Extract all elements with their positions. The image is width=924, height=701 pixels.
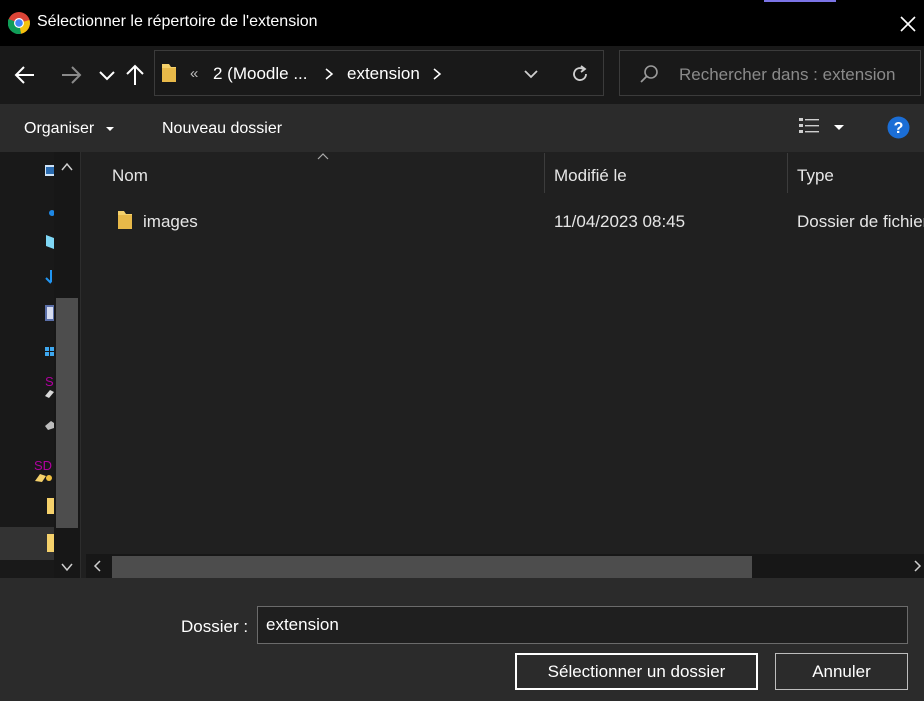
window-title: Sélectionner le répertoire de l'extensio…: [37, 13, 318, 30]
organise-label: Organiser: [24, 120, 95, 137]
column-header-name[interactable]: Nom: [112, 166, 148, 186]
caret-down-icon[interactable]: [833, 122, 845, 132]
breadcrumb-item[interactable]: 2 (Moodle ...: [213, 64, 308, 84]
folder-icon[interactable]: [46, 532, 54, 554]
svg-text:?: ?: [894, 120, 904, 137]
scroll-up-icon[interactable]: [60, 160, 74, 174]
forward-arrow-icon[interactable]: [58, 62, 84, 88]
view-options-icon[interactable]: [798, 116, 822, 138]
breadcrumb-overflow[interactable]: «: [190, 65, 198, 82]
close-icon[interactable]: [896, 12, 920, 36]
title-accent: [764, 0, 836, 2]
search-icon: [640, 65, 658, 83]
cloud-icon[interactable]: [46, 208, 54, 218]
folder-icon: [162, 64, 176, 82]
drive-sd-icon[interactable]: [34, 472, 54, 482]
sort-ascending-icon: [317, 153, 329, 160]
file-type: Dossier de fichiers: [797, 212, 924, 231]
select-folder-button[interactable]: Sélectionner un dossier: [515, 653, 758, 690]
help-icon[interactable]: ?: [887, 116, 910, 139]
caret-down-icon: [105, 126, 114, 131]
organise-button[interactable]: Organiser: [24, 120, 115, 138]
scroll-left-icon[interactable]: [91, 559, 105, 573]
file-modified: 11/04/2023 08:45: [554, 212, 686, 231]
drive-s-label[interactable]: S: [45, 374, 54, 389]
column-separator[interactable]: [544, 153, 545, 193]
cube-icon[interactable]: [44, 233, 54, 251]
folder-name-input[interactable]: [257, 606, 908, 644]
folder-icon[interactable]: [46, 496, 54, 516]
drive-sd-label[interactable]: SD: [34, 458, 52, 473]
breadcrumb-item[interactable]: extension: [347, 64, 420, 84]
up-arrow-icon[interactable]: [122, 62, 148, 88]
chevron-down-icon[interactable]: [522, 66, 540, 82]
search-placeholder: Rechercher dans : extension: [679, 65, 896, 84]
windows-icon[interactable]: [44, 344, 54, 360]
column-separator[interactable]: [787, 153, 788, 193]
column-header-modified[interactable]: Modifié le: [554, 166, 627, 186]
drive-s-icon[interactable]: [44, 388, 54, 398]
cancel-button[interactable]: Annuler: [775, 653, 908, 690]
horizontal-scroll-thumb[interactable]: [112, 556, 752, 578]
scroll-down-icon[interactable]: [60, 560, 74, 574]
new-folder-button[interactable]: Nouveau dossier: [162, 120, 282, 138]
computer-icon[interactable]: [44, 163, 54, 179]
chevron-right-icon[interactable]: [430, 67, 444, 81]
toolbar: [0, 104, 924, 152]
folder-label: Dossier :: [181, 617, 249, 636]
download-icon[interactable]: [44, 268, 54, 286]
film-icon[interactable]: [44, 303, 54, 323]
file-name[interactable]: images: [143, 212, 198, 232]
column-header-type[interactable]: Type: [797, 166, 834, 186]
back-arrow-icon[interactable]: [12, 62, 38, 88]
folder-icon: [118, 211, 132, 229]
drive-icon[interactable]: [44, 418, 54, 432]
sidebar-scroll-thumb[interactable]: [56, 298, 78, 528]
chevron-down-icon[interactable]: [94, 62, 120, 88]
refresh-icon[interactable]: [569, 63, 591, 85]
scroll-right-icon[interactable]: [910, 559, 924, 573]
chevron-right-icon[interactable]: [322, 67, 336, 81]
chrome-icon: [8, 12, 30, 34]
